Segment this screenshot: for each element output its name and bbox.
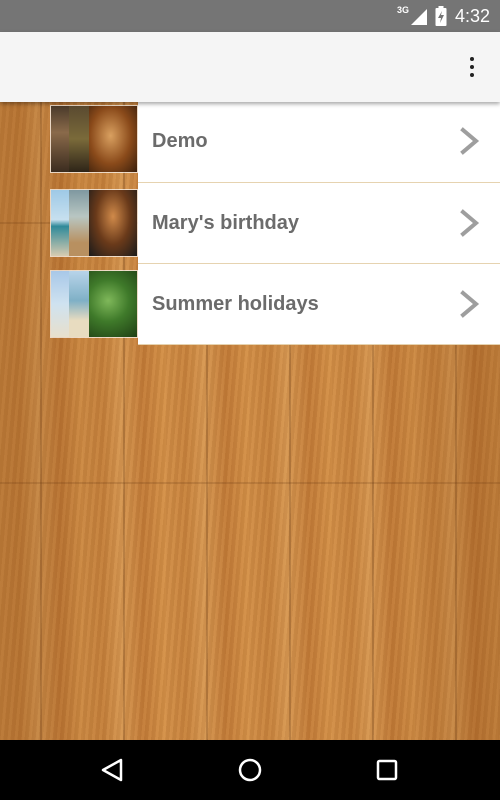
album-item-summer-holidays[interactable]: Summer holidays [50,264,500,345]
status-clock: 4:32 [454,5,490,26]
home-circle-icon[interactable] [234,754,266,786]
thumbnail-photo [89,271,137,337]
thumbnail-photo [51,190,69,256]
album-card[interactable]: Mary's birthday [138,183,500,264]
action-bar [0,32,500,102]
status-icons: 3G 4:32 [397,0,490,32]
thumbnail-photo [69,271,89,337]
battery-charging-icon [435,6,447,26]
overflow-dot [470,65,474,69]
recents-square-icon[interactable] [371,754,403,786]
album-title: Demo [152,130,208,152]
thumbnail-photo [51,106,69,172]
chevron-right-icon[interactable] [458,209,482,237]
thumbnail-photo [51,271,69,337]
navigation-bar [0,740,500,800]
cell-signal-icon [410,9,427,25]
album-title: Summer holidays [152,293,319,315]
album-item-demo[interactable]: Demo [50,101,500,183]
album-item-marys-birthday[interactable]: Mary's birthday [50,183,500,264]
album-thumbnail [50,189,138,257]
album-thumbnail [50,105,138,173]
thumbnail-photo [89,106,137,172]
album-card[interactable]: Summer holidays [138,264,500,345]
thumbnail-photo [89,190,137,256]
network-type-label: 3G [396,5,409,15]
album-card[interactable]: Demo [138,101,500,183]
album-title: Mary's birthday [152,212,300,234]
overflow-dot [470,73,474,77]
status-bar: 3G 4:32 [0,0,500,32]
album-thumbnail [50,270,138,338]
overflow-dot [470,57,474,61]
chevron-right-icon[interactable] [458,127,482,155]
album-list: Demo Mary's birthday Summer holidays [50,101,500,345]
back-triangle-icon[interactable] [97,754,129,786]
app-screen: 3G 4:32 Demo Mary's birthday Summer holi… [0,0,500,800]
overflow-menu-icon[interactable] [458,50,486,84]
chevron-right-icon[interactable] [458,290,482,318]
thumbnail-photo [69,190,89,256]
thumbnail-photo [69,106,89,172]
